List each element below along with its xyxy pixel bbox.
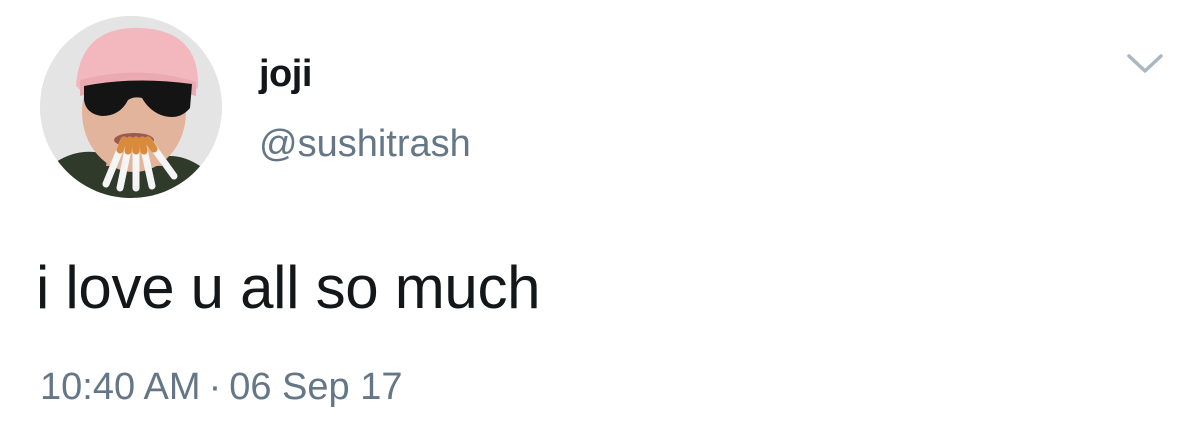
profile-avatar[interactable] <box>40 16 222 198</box>
tweet-time: 10:40 AM <box>40 366 201 408</box>
tweet-timestamp[interactable]: 10:40 AM · 06 Sep 17 <box>40 364 402 410</box>
timestamp-separator: · <box>208 366 222 408</box>
chevron-down-icon[interactable] <box>1126 52 1164 76</box>
avatar-image <box>40 16 222 198</box>
tweet-card: joji @sushitrash i love u all so much 10… <box>0 0 1200 444</box>
chevron-down-icon-graphic <box>1127 54 1163 73</box>
tweet-text: i love u all so much <box>36 254 541 321</box>
author-handle[interactable]: @sushitrash <box>259 121 471 167</box>
tweet-date: 06 Sep 17 <box>229 366 403 408</box>
author-display-name[interactable]: joji <box>259 52 312 96</box>
